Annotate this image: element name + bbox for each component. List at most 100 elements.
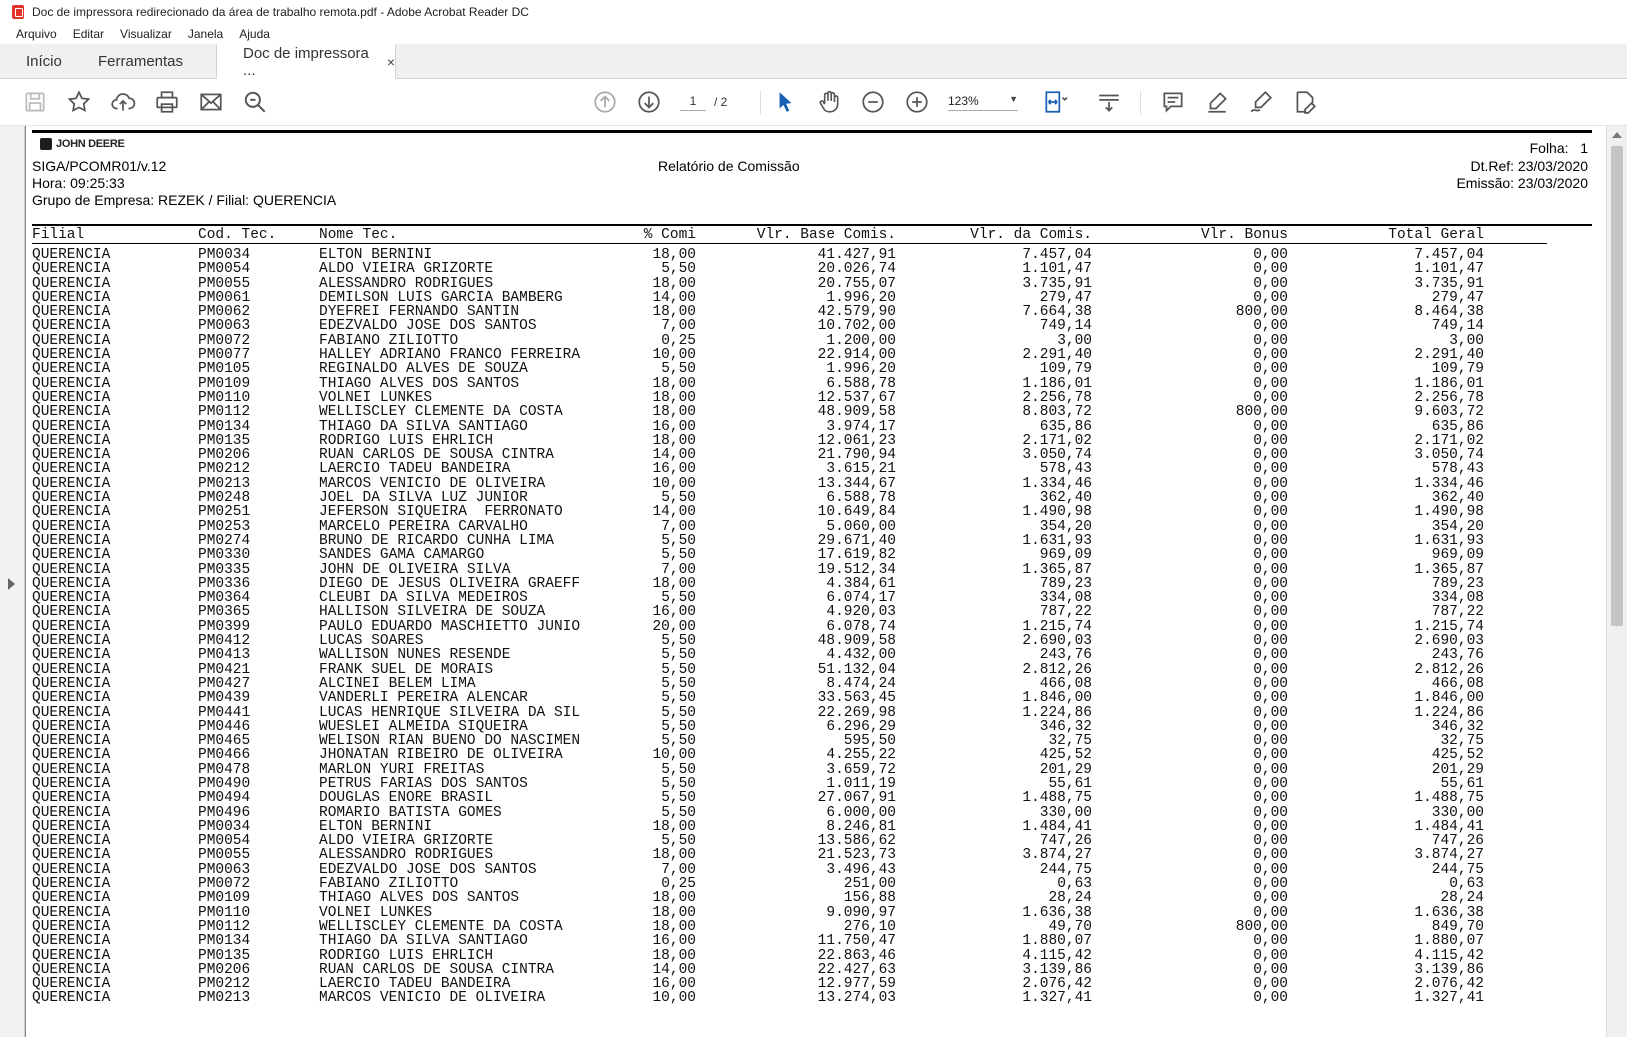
cell-filial: QUERENCIA: [32, 876, 111, 893]
hand-tool-icon[interactable]: [814, 87, 844, 117]
tab-home[interactable]: Início: [26, 44, 62, 78]
cell-comi: 5,50: [661, 547, 696, 564]
cell-total-geral: 3.874,27: [1414, 847, 1484, 864]
cell-total-geral: 787,22: [1431, 604, 1484, 621]
cell-cod-tec: PM0062: [198, 304, 251, 321]
cell-vlr-bonus: 0,00: [1253, 675, 1288, 692]
cell-total-geral: 1.215,74: [1414, 618, 1484, 635]
cell-vlr-bonus: 0,00: [1253, 447, 1288, 464]
tab-tools[interactable]: Ferramentas: [98, 44, 183, 78]
report-title: Relatório de Comissão: [658, 158, 800, 174]
cell-cod-tec: PM0077: [198, 347, 251, 364]
comment-icon[interactable]: [1158, 87, 1188, 117]
cell-vlr-bonus: 0,00: [1253, 861, 1288, 878]
cell-vlr-comis: 354,20: [1039, 518, 1092, 535]
close-icon[interactable]: ×: [387, 54, 395, 70]
cell-filial: QUERENCIA: [32, 318, 111, 335]
cell-comi: 14,00: [652, 504, 696, 521]
cell-vlr-base: 41.427,91: [817, 247, 896, 263]
cell-total-geral: 2.812,26: [1414, 661, 1484, 678]
cell-vlr-bonus: 0,00: [1253, 976, 1288, 993]
menu-ajuda[interactable]: Ajuda: [239, 27, 270, 41]
cell-vlr-bonus: 0,00: [1253, 990, 1288, 1007]
star-icon[interactable]: [64, 87, 94, 117]
cell-vlr-base: 6.296,29: [826, 718, 896, 735]
previous-page-icon[interactable]: [590, 87, 620, 117]
cell-vlr-comis: 28,24: [1048, 890, 1092, 907]
document-viewer[interactable]: JOHN DEERE Folha: 1 SIGA/PCOMR01/v.12 Re…: [0, 126, 1627, 1037]
mail-icon[interactable]: [196, 87, 226, 117]
save-icon[interactable]: [20, 87, 50, 117]
cell-comi: 5,50: [661, 804, 696, 821]
cell-nome-tec: DEMILSON LUIS GARCIA BAMBERG: [319, 289, 563, 306]
cell-vlr-bonus: 0,00: [1253, 518, 1288, 535]
cell-cod-tec: PM0248: [198, 490, 251, 507]
scroll-mode-icon[interactable]: [1094, 87, 1124, 117]
cell-cod-tec: PM0413: [198, 647, 251, 664]
cell-comi: 10,00: [652, 475, 696, 492]
highlight-pen-icon[interactable]: [1202, 87, 1232, 117]
cell-filial: QUERENCIA: [32, 447, 111, 464]
cell-vlr-base: 4.255,22: [826, 747, 896, 764]
pdf-page: JOHN DEERE Folha: 1 SIGA/PCOMR01/v.12 Re…: [26, 126, 1606, 1037]
cell-total-geral: 330,00: [1431, 804, 1484, 821]
cell-comi: 7,00: [661, 861, 696, 878]
cell-vlr-comis: 1.101,47: [1022, 261, 1092, 278]
cell-vlr-bonus: 0,00: [1253, 289, 1288, 306]
cell-vlr-comis: 109,79: [1039, 361, 1092, 378]
cell-comi: 5,50: [661, 647, 696, 664]
cell-vlr-comis: 2.256,78: [1022, 389, 1092, 406]
scrollbar-thumb[interactable]: [1611, 146, 1623, 626]
cell-vlr-comis: 3,00: [1057, 332, 1092, 349]
menu-arquivo[interactable]: Arquivo: [16, 27, 57, 41]
cell-vlr-comis: 32,75: [1048, 733, 1092, 750]
cell-vlr-base: 17.619,82: [817, 547, 896, 564]
next-page-icon[interactable]: [634, 87, 664, 117]
tab-document[interactable]: Doc de impressora ... ×: [216, 44, 396, 79]
print-icon[interactable]: [152, 87, 182, 117]
cell-total-geral: 635,86: [1431, 418, 1484, 435]
cell-nome-tec: RUAN CARLOS DE SOUSA CINTRA: [319, 961, 554, 978]
zoom-select[interactable]: 123% ▼: [948, 92, 1018, 111]
cell-cod-tec: PM0441: [198, 704, 251, 721]
cell-comi: 5,50: [661, 775, 696, 792]
cell-comi: 7,00: [661, 318, 696, 335]
cell-filial: QUERENCIA: [32, 961, 111, 978]
cell-vlr-bonus: 0,00: [1253, 475, 1288, 492]
page-number-input[interactable]: 1: [680, 92, 706, 111]
cell-filial: QUERENCIA: [32, 304, 111, 321]
cell-vlr-bonus: 0,00: [1253, 490, 1288, 507]
window-title: Doc de impressora redirecionado da área …: [32, 5, 529, 19]
cell-filial: QUERENCIA: [32, 590, 111, 607]
vertical-scrollbar[interactable]: [1606, 126, 1627, 1037]
cloud-upload-icon[interactable]: [108, 87, 138, 117]
menu-janela[interactable]: Janela: [188, 27, 223, 41]
zoom-out-icon[interactable]: [858, 87, 888, 117]
cell-filial: QUERENCIA: [32, 375, 111, 392]
cell-nome-tec: JOEL DA SILVA LUZ JUNIOR: [319, 490, 528, 507]
zoom-in-icon[interactable]: [902, 87, 932, 117]
search-icon[interactable]: [240, 87, 270, 117]
sign-icon[interactable]: [1246, 87, 1276, 117]
scroll-up-icon[interactable]: [1612, 132, 1622, 138]
cell-total-geral: 849,70: [1431, 918, 1484, 935]
cell-filial: QUERENCIA: [32, 890, 111, 907]
cell-vlr-base: 22.269,98: [817, 704, 896, 721]
cell-comi: 18,00: [652, 247, 696, 263]
menu-visualizar[interactable]: Visualizar: [120, 27, 172, 41]
navigation-pane-toggle[interactable]: [0, 126, 25, 1037]
cell-vlr-comis: 787,22: [1039, 604, 1092, 621]
cell-cod-tec: PM0061: [198, 289, 251, 306]
cell-cod-tec: PM0110: [198, 904, 251, 921]
fit-page-icon[interactable]: [1040, 87, 1070, 117]
cell-comi: 5,50: [661, 633, 696, 650]
cell-comi: 16,00: [652, 418, 696, 435]
cell-nome-tec: LUCAS SOARES: [319, 633, 424, 650]
menu-editar[interactable]: Editar: [73, 27, 104, 41]
report-hora: Hora: 09:25:33: [32, 175, 125, 191]
edit-pdf-icon[interactable]: [1290, 87, 1320, 117]
select-pointer-icon[interactable]: [770, 87, 800, 117]
cell-filial: QUERENCIA: [32, 847, 111, 864]
cell-vlr-base: 5.060,00: [826, 518, 896, 535]
cell-vlr-bonus: 0,00: [1253, 633, 1288, 650]
